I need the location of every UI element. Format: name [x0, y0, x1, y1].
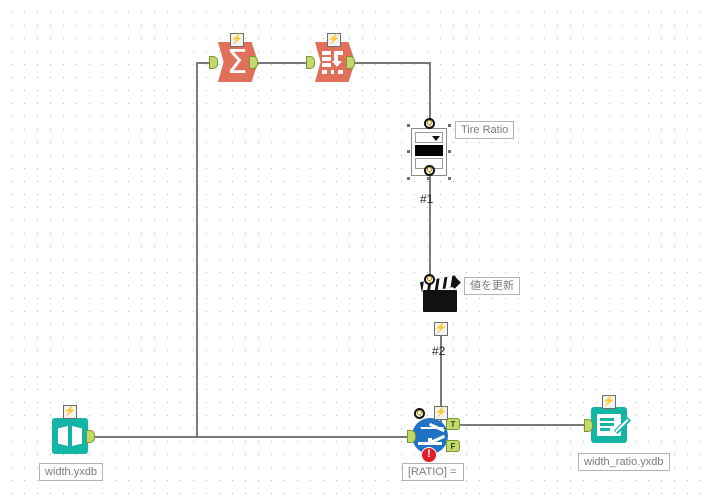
clapper-board	[423, 290, 457, 312]
workflow-canvas[interactable]: Σ ⚡ ⚡ Q Q Tire Ratio #1 Q ⚡ 値を更新 #2 T F …	[0, 0, 706, 501]
tool-output-data[interactable]	[591, 407, 631, 443]
filter-input-anchor[interactable]	[407, 430, 416, 443]
transpose-glyph	[322, 50, 346, 74]
action-annotation-label[interactable]: 値を更新	[464, 277, 520, 295]
summarize-lightning-bolt-icon[interactable]: ⚡	[230, 33, 244, 47]
action-lightning-bolt-icon[interactable]: ⚡	[434, 322, 448, 336]
output-data-input-anchor[interactable]	[584, 419, 593, 432]
document-glyph	[597, 414, 631, 436]
connection-label-1: #1	[420, 192, 434, 206]
summarize-output-anchor[interactable]	[249, 56, 258, 69]
bolt-glyph: ⚡	[63, 406, 77, 417]
transpose-input-anchor[interactable]	[306, 56, 315, 69]
filter-lightning-bolt-icon[interactable]: ⚡	[434, 406, 448, 420]
bolt-glyph: ⚡	[434, 407, 448, 418]
summarize-input-anchor[interactable]	[209, 56, 218, 69]
output-data-lightning-bolt-icon[interactable]: ⚡	[602, 395, 616, 409]
dropdown-annotation-label[interactable]: Tire Ratio	[455, 121, 515, 139]
transpose-lightning-bolt-icon[interactable]: ⚡	[327, 33, 341, 47]
open-book-icon	[52, 418, 88, 454]
wire-input-to-filter	[84, 436, 412, 438]
document-pencil-icon	[591, 407, 631, 443]
bolt-glyph: ⚡	[602, 396, 616, 407]
wire-summarize-to-transpose	[254, 62, 310, 64]
filter-false-output-anchor[interactable]: F	[446, 440, 460, 452]
wire-riser-vertical	[196, 62, 198, 437]
book-glyph	[58, 426, 82, 446]
action-question-input-anchor[interactable]: Q	[424, 274, 435, 285]
output-data-annotation-label[interactable]: width_ratio.yxdb	[578, 453, 670, 471]
input-data-output-anchor[interactable]	[86, 430, 95, 443]
tool-input-data[interactable]	[52, 418, 88, 454]
dropdown-question-output-anchor[interactable]: Q	[424, 165, 435, 176]
connection-label-2: #2	[432, 344, 446, 358]
dropdown-question-input-anchor[interactable]: Q	[424, 118, 435, 129]
input-data-lightning-bolt-icon[interactable]: ⚡	[63, 405, 77, 419]
bolt-glyph: ⚡	[230, 34, 244, 45]
wire-transpose-to-elbow	[351, 62, 430, 64]
filter-error-badge[interactable]: !	[421, 447, 437, 463]
wire-elbow-down-to-dropdown	[429, 62, 431, 122]
filter-true-output-anchor[interactable]: T	[446, 418, 460, 430]
filter-annotation-label[interactable]: [RATIO] =	[402, 463, 464, 481]
transpose-output-anchor[interactable]	[346, 56, 355, 69]
q-glyph: Q	[416, 410, 423, 417]
q-glyph: Q	[426, 120, 433, 127]
bolt-glyph: ⚡	[434, 323, 448, 334]
wire-filter-to-output	[452, 424, 587, 426]
input-data-annotation-label[interactable]: width.yxdb	[39, 463, 103, 481]
filter-question-anchor[interactable]: Q	[414, 408, 425, 419]
q-glyph: Q	[426, 167, 433, 174]
sigma-icon: Σ	[226, 42, 248, 81]
q-glyph: Q	[426, 276, 433, 283]
bolt-glyph: ⚡	[327, 34, 341, 45]
